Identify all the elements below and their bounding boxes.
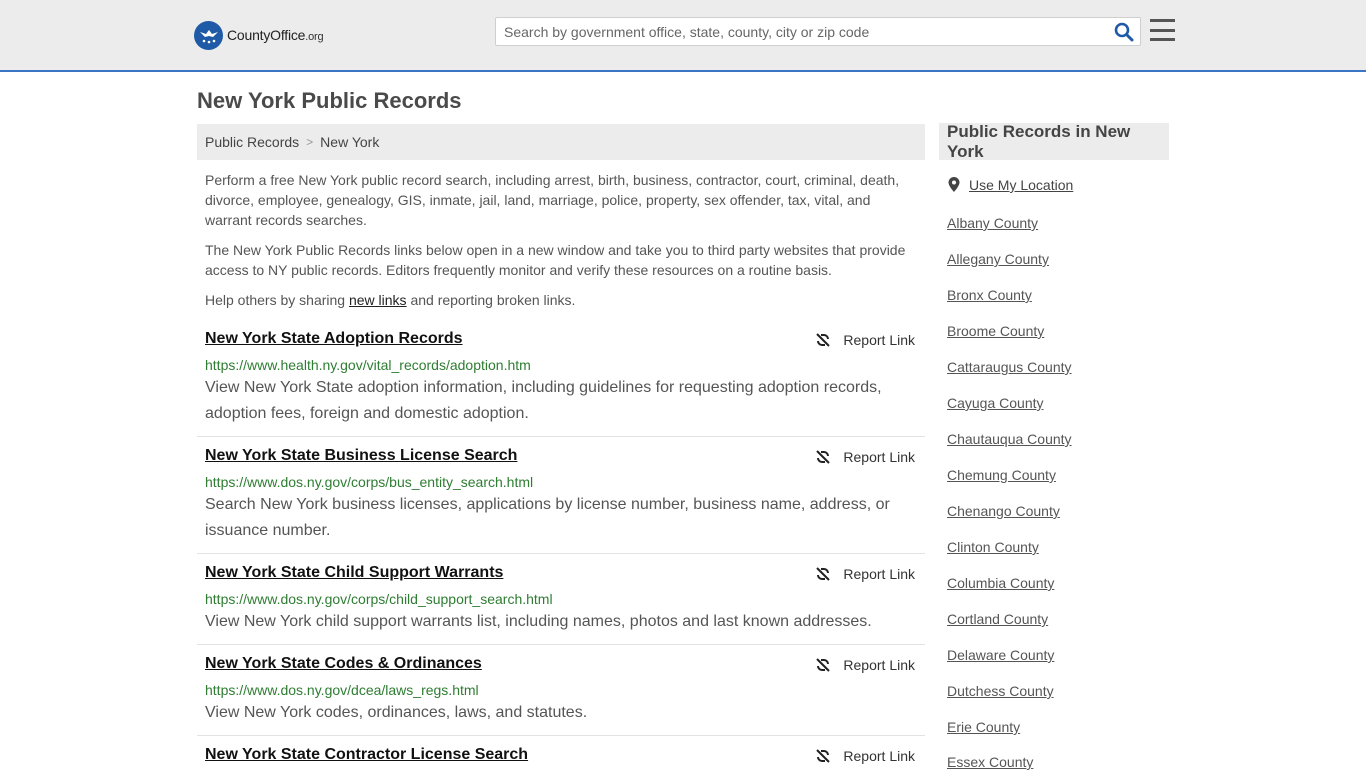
sidebar-county-link[interactable]: Chemung County [947, 467, 1056, 483]
record-title-link[interactable]: New York State Adoption Records [205, 330, 463, 348]
broken-link-icon [816, 749, 831, 763]
record-url: https://www.dos.ny.gov/dcea/laws_regs.ht… [205, 682, 479, 698]
record-item: New York State Codes & Ordinances Report… [197, 655, 925, 736]
eagle-stars-icon [194, 20, 223, 50]
logo-text: CountyOffice.org [227, 27, 324, 43]
record-item: New York State Child Support Warrants Re… [197, 564, 925, 645]
broken-link-icon [816, 567, 831, 581]
record-description: View New York State adoption information… [205, 379, 882, 422]
record-title-link[interactable]: New York State Contractor License Search [205, 746, 528, 764]
map-pin-icon [948, 177, 960, 192]
record-title-link[interactable]: New York State Codes & Ordinances [205, 655, 482, 673]
sidebar-county-link[interactable]: Allegany County [947, 251, 1049, 267]
disclaimer-paragraph: The New York Public Records links below … [205, 242, 906, 278]
sidebar-county-link[interactable]: Albany County [947, 215, 1038, 231]
record-url: https://www.dos.ny.gov/corps/child_suppo… [205, 591, 553, 607]
record-url: https://www.health.ny.gov/vital_records/… [205, 357, 531, 373]
site-logo[interactable]: CountyOffice.org [194, 20, 324, 50]
breadcrumb-separator: > [306, 135, 314, 149]
record-description: Search New York business licenses, appli… [205, 496, 890, 539]
report-link-button[interactable]: Report Link [815, 332, 915, 348]
search-input[interactable] [496, 18, 1106, 45]
use-my-location[interactable]: Use My Location [947, 177, 1073, 193]
record-item: New York State Contractor License Search… [197, 746, 925, 768]
intro-paragraph: Perform a free New York public record se… [205, 172, 900, 228]
report-link-button[interactable]: Report Link [815, 748, 915, 764]
broken-link-icon [816, 333, 831, 347]
sidebar-county-link[interactable]: Cayuga County [947, 395, 1044, 411]
use-my-location-link[interactable]: Use My Location [969, 177, 1073, 193]
sidebar-county-link[interactable]: Clinton County [947, 539, 1039, 555]
record-description: View New York codes, ordinances, laws, a… [205, 704, 588, 721]
top-header: CountyOffice.org [0, 0, 1366, 72]
broken-link-icon [816, 658, 831, 672]
new-links-link[interactable]: new links [349, 292, 407, 308]
share-paragraph: Help others by sharing new links and rep… [205, 292, 576, 308]
broken-link-icon [816, 450, 831, 464]
breadcrumb-public-records[interactable]: Public Records [205, 134, 299, 150]
report-link-button[interactable]: Report Link [815, 657, 915, 673]
breadcrumb: Public Records > New York [197, 124, 925, 160]
sidebar-county-link[interactable]: Cortland County [947, 611, 1048, 627]
record-item: New York State Business License Search R… [197, 447, 925, 554]
record-title-link[interactable]: New York State Business License Search [205, 447, 517, 465]
record-title-link[interactable]: New York State Child Support Warrants [205, 564, 503, 582]
record-description: View New York child support warrants lis… [205, 613, 872, 630]
sidebar-county-link[interactable]: Broome County [947, 323, 1044, 339]
sidebar-county-link[interactable]: Bronx County [947, 287, 1032, 303]
record-url: https://www.dos.ny.gov/corps/bus_entity_… [205, 474, 534, 490]
sidebar-county-link[interactable]: Cattaraugus County [947, 359, 1072, 375]
search-box [495, 17, 1141, 46]
hamburger-menu-icon[interactable] [1150, 19, 1175, 41]
sidebar-county-link[interactable]: Dutchess County [947, 683, 1054, 699]
sidebar-county-link[interactable]: Chenango County [947, 503, 1060, 519]
sidebar-county-link[interactable]: Chautauqua County [947, 431, 1072, 447]
sidebar-county-link[interactable]: Delaware County [947, 647, 1054, 663]
report-link-button[interactable]: Report Link [815, 449, 915, 465]
record-item: New York State Adoption Records Report L… [197, 330, 925, 437]
page-title: New York Public Records [197, 88, 462, 113]
breadcrumb-new-york[interactable]: New York [320, 134, 379, 150]
report-link-button[interactable]: Report Link [815, 566, 915, 582]
sidebar-county-link[interactable]: Columbia County [947, 575, 1054, 591]
sidebar-title: Public Records in New York [939, 122, 1169, 161]
sidebar-county-link[interactable]: Erie County [947, 719, 1020, 735]
search-icon[interactable] [1114, 22, 1134, 42]
